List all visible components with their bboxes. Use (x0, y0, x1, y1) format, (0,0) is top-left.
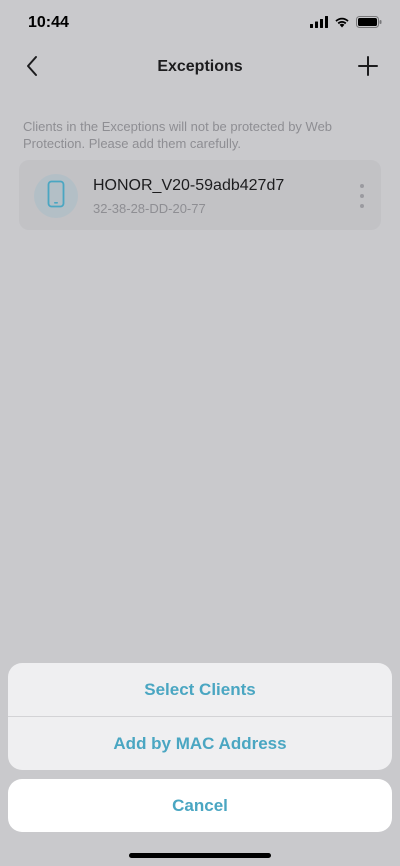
home-indicator (129, 853, 271, 858)
more-dot (360, 194, 364, 198)
wifi-icon (334, 15, 350, 33)
nav-bar: Exceptions (0, 48, 400, 88)
status-time: 10:44 (28, 14, 69, 31)
status-bar: 10:44 (0, 0, 400, 44)
add-button[interactable] (354, 54, 382, 82)
client-avatar (34, 174, 78, 218)
battery-icon (356, 15, 382, 33)
client-card[interactable]: HONOR_V20-59adb427d7 32-38-28-DD-20-77 (19, 160, 381, 230)
select-clients-button[interactable]: Select Clients (8, 663, 392, 716)
client-name: HONOR_V20-59adb427d7 (93, 177, 285, 194)
action-sheet: Select Clients Add by MAC Address (8, 663, 392, 770)
status-icons (310, 15, 382, 33)
cellular-signal-icon (310, 15, 328, 33)
exceptions-notice: Clients in the Exceptions will not be pr… (23, 119, 333, 151)
page-title: Exceptions (157, 58, 243, 75)
smartphone-icon (47, 180, 65, 213)
cancel-button[interactable]: Cancel (8, 779, 392, 832)
add-by-mac-button[interactable]: Add by MAC Address (8, 717, 392, 770)
more-options-button[interactable] (357, 184, 367, 208)
plus-icon (357, 55, 379, 82)
more-dot (360, 204, 364, 208)
more-dot (360, 184, 364, 188)
client-mac-address: 32-38-28-DD-20-77 (93, 201, 206, 216)
